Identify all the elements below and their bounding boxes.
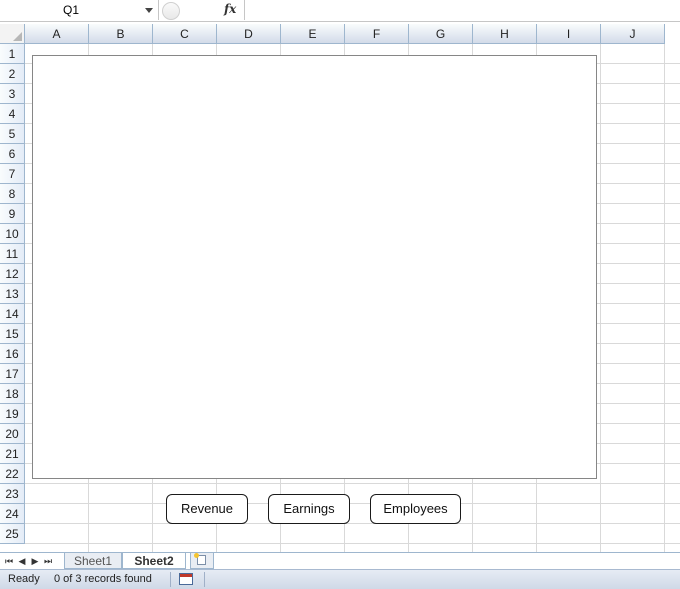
revenue-button[interactable]: Revenue [166, 494, 248, 524]
row-header-5[interactable]: 5 [0, 124, 25, 144]
column-header-c[interactable]: C [153, 24, 217, 44]
status-bar: Ready 0 of 3 records found [0, 569, 680, 589]
row-header-11[interactable]: 11 [0, 244, 25, 264]
tab-sheet2[interactable]: Sheet2 [122, 553, 186, 569]
row-header-20[interactable]: 20 [0, 424, 25, 444]
row-header-24[interactable]: 24 [0, 504, 25, 524]
row-header-21[interactable]: 21 [0, 444, 25, 464]
status-ready: Ready [8, 573, 40, 585]
row-header-15[interactable]: 15 [0, 324, 25, 344]
next-sheet-icon[interactable]: ▶ [29, 556, 41, 567]
new-sheet-icon [194, 553, 206, 565]
macro-record-icon[interactable] [179, 573, 193, 585]
column-header-g[interactable]: G [409, 24, 473, 44]
row-header-8[interactable]: 8 [0, 184, 25, 204]
status-records: 0 of 3 records found [54, 573, 152, 585]
tab-sheet1[interactable]: Sheet1 [64, 553, 122, 569]
row-header-12[interactable]: 12 [0, 264, 25, 284]
row-header-17[interactable]: 17 [0, 364, 25, 384]
column-header-a[interactable]: A [25, 24, 89, 44]
row-header-14[interactable]: 14 [0, 304, 25, 324]
formula-input[interactable] [246, 0, 680, 20]
earnings-button[interactable]: Earnings [268, 494, 350, 524]
column-headers: ABCDEFGHIJ [25, 24, 680, 44]
row-header-16[interactable]: 16 [0, 344, 25, 364]
column-header-f[interactable]: F [345, 24, 409, 44]
column-header-i[interactable]: I [537, 24, 601, 44]
column-header-d[interactable]: D [217, 24, 281, 44]
chart-object[interactable] [32, 55, 597, 479]
divider [170, 572, 171, 587]
insert-sheet-button[interactable] [190, 553, 214, 569]
row-header-3[interactable]: 3 [0, 84, 25, 104]
row-headers: 1 2 3 4 5 6 7 8 9 10 11 12 13 14 15 16 17 18 19 20 21 22 23 24 2… [0, 44, 25, 544]
row-header-23[interactable]: 23 [0, 484, 25, 504]
divider [244, 0, 245, 20]
divider [204, 572, 205, 587]
row-header-10[interactable]: 10 [0, 224, 25, 244]
row-header-22[interactable]: 22 [0, 464, 25, 484]
name-box[interactable]: Q1 [0, 0, 158, 20]
function-icon[interactable]: fx [224, 2, 236, 16]
last-sheet-icon[interactable]: ⏭ [42, 556, 54, 567]
employees-button[interactable]: Employees [370, 494, 461, 524]
row-header-13[interactable]: 13 [0, 284, 25, 304]
chevron-down-icon[interactable] [145, 8, 153, 13]
column-header-h[interactable]: H [473, 24, 537, 44]
row-header-25[interactable]: 25 [0, 524, 25, 544]
cancel-icon[interactable] [162, 2, 180, 20]
first-sheet-icon[interactable]: ⏮ [3, 556, 15, 567]
column-header-e[interactable]: E [281, 24, 345, 44]
formula-bar: Q1 fx [0, 0, 680, 22]
sheet-tabs-bar: ⏮ ◀ ▶ ⏭ Sheet1 Sheet2 [0, 552, 680, 570]
row-header-6[interactable]: 6 [0, 144, 25, 164]
divider [158, 0, 159, 20]
row-header-2[interactable]: 2 [0, 64, 25, 84]
row-header-4[interactable]: 4 [0, 104, 25, 124]
row-header-19[interactable]: 19 [0, 404, 25, 424]
row-header-7[interactable]: 7 [0, 164, 25, 184]
name-box-value: Q1 [62, 3, 79, 17]
column-header-j[interactable]: J [601, 24, 665, 44]
select-all-button[interactable] [0, 24, 25, 44]
row-header-18[interactable]: 18 [0, 384, 25, 404]
row-header-1[interactable]: 1 [0, 44, 25, 64]
prev-sheet-icon[interactable]: ◀ [16, 556, 28, 567]
row-header-9[interactable]: 9 [0, 204, 25, 224]
column-header-b[interactable]: B [89, 24, 153, 44]
